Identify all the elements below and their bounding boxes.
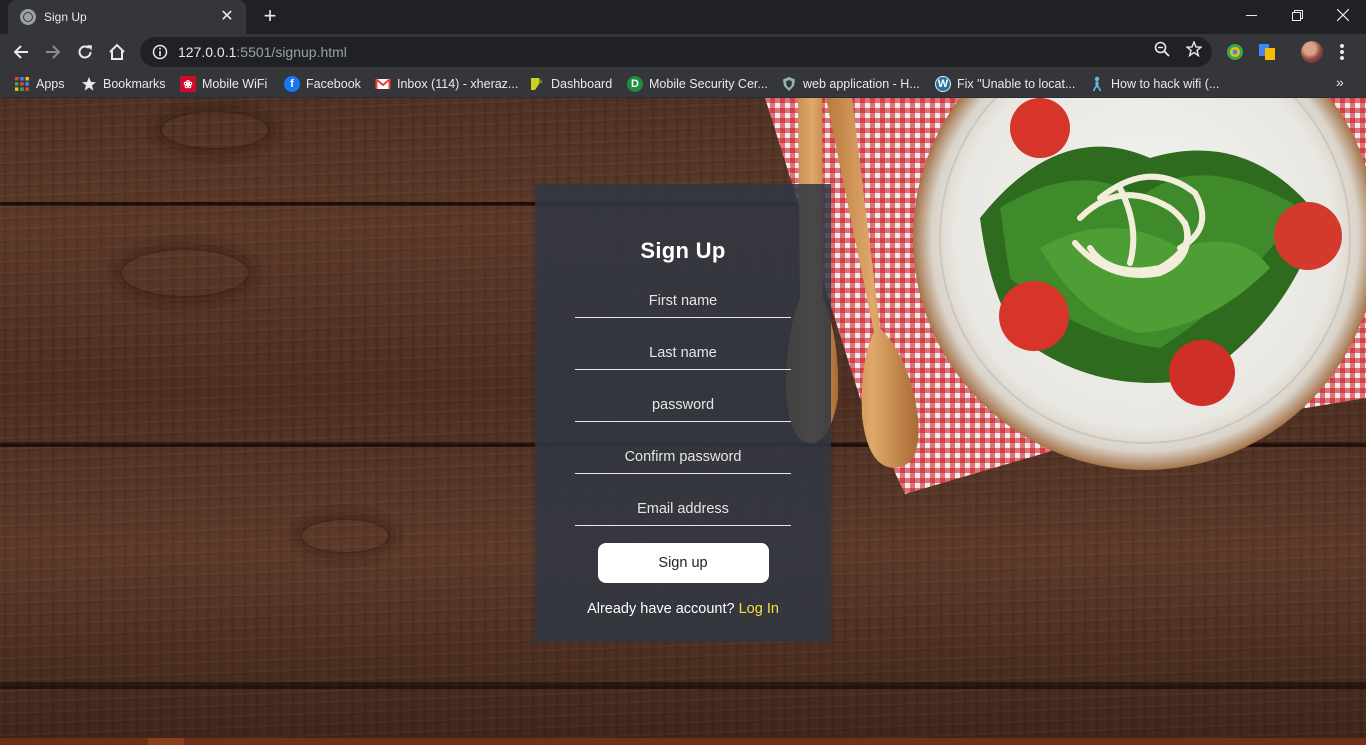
profile-avatar[interactable] [1301,41,1323,63]
confirm-password-input[interactable] [575,440,791,474]
reload-icon [78,45,92,59]
tab-title: Sign Up [44,10,87,24]
url-path: :5501/signup.html [236,44,347,60]
cherry-tomato [1169,340,1235,406]
bookmark-dashboard[interactable]: Dashboard [529,75,612,93]
d-icon: D [627,76,643,92]
bookmark-facebook[interactable]: f Facebook [284,75,361,93]
bookmark-apps[interactable]: Apps [14,75,65,93]
bookmark-label: Facebook [306,77,361,91]
browser-menu-button[interactable] [1334,42,1350,62]
address-bar[interactable]: 127.0.0.1:5501/signup.html [140,37,1212,67]
first-name-input[interactable] [575,284,791,318]
menu-dot-icon [1340,50,1344,54]
confirm-password-field-wrapper [575,422,791,474]
url-host: 127.0.0.1 [178,44,237,60]
new-tab-button[interactable]: + [258,5,282,29]
bookmark-label: Inbox (114) - xheraz... [397,77,519,91]
bookmark-label: Mobile WiFi [202,77,268,91]
page-bottom-edge [0,738,1366,745]
restore-button[interactable] [1274,0,1320,30]
star-icon [82,77,96,91]
email-field-wrapper [575,474,791,526]
tab-strip: Sign Up ✕ + [0,0,1366,34]
bookmark-fix-unable[interactable]: W Fix "Unable to locat... [935,75,1075,93]
bookmark-bookmarks[interactable]: Bookmarks [81,75,166,93]
home-button[interactable] [104,39,130,65]
bookmark-star-button[interactable] [1186,41,1202,57]
back-button[interactable] [8,39,34,65]
minimize-icon [1245,14,1257,16]
cherry-tomato [999,281,1069,351]
close-window-button[interactable] [1320,0,1366,30]
first-name-field-wrapper [575,270,791,318]
browser-tab[interactable]: Sign Up ✕ [8,0,246,34]
extension-colorful-icon[interactable] [1226,43,1244,61]
restore-icon [1291,9,1303,21]
bookmark-label: Fix "Unable to locat... [957,77,1076,91]
last-name-field-wrapper [575,318,791,370]
bookmark-web-application[interactable]: web application - H... [781,75,920,93]
bookmark-label: Mobile Security Cer... [649,77,768,91]
form-title: Sign Up [640,238,726,263]
bookmarks-overflow-button[interactable]: » [1336,74,1344,90]
bookmark-label: web application - H... [803,77,920,91]
forward-arrow-icon [46,45,61,59]
email-input[interactable] [575,492,791,526]
signup-button[interactable]: Sign up [597,543,769,583]
bookmark-label: Apps [36,77,65,91]
wordpress-icon: W [935,76,951,92]
facebook-icon: f [284,76,300,92]
info-icon[interactable] [152,44,168,60]
bookmark-label: Dashboard [551,77,613,91]
bookmarks-bar: Apps Bookmarks ❀ Mobile WiFi f Facebook … [0,70,1366,98]
apps-grid-icon [15,77,29,91]
cherry-tomato [1010,98,1070,158]
zoom-button[interactable] [1154,41,1170,57]
last-name-input[interactable] [575,336,791,370]
page-background: Sign Up Sign up Already have account? Lo… [0,98,1366,745]
login-prompt: Already have account? Log In [587,601,779,617]
reload-button[interactable] [72,39,98,65]
home-icon [109,43,125,60]
huawei-icon: ❀ [180,76,196,92]
dashboard-icon [531,78,543,90]
zoom-icon [1154,41,1170,57]
star-icon [1186,41,1202,57]
bookmark-how-to-hack[interactable]: How to hack wifi (... [1089,75,1219,93]
bookmark-label: Bookmarks [103,77,166,91]
cherry-tomato [1274,202,1342,270]
close-window-icon [1337,9,1349,21]
bookmark-inbox[interactable]: Inbox (114) - xheraz... [375,75,518,93]
login-link[interactable]: Log In [739,601,779,617]
menu-dot-icon [1340,56,1344,60]
login-prompt-text: Already have account? [587,601,735,617]
menu-dot-icon [1340,44,1344,48]
bookmark-label: How to hack wifi (... [1111,77,1220,91]
shield-icon [783,77,795,91]
browser-toolbar: 127.0.0.1:5501/signup.html [0,34,1366,70]
bookmark-mobile-security[interactable]: D Mobile Security Cer... [627,75,768,93]
signup-form: Sign Up Sign up Already have account? Lo… [535,184,831,642]
password-field-wrapper [575,370,791,422]
extension-translate-icon[interactable] [1258,43,1276,61]
figure-icon [1092,76,1102,92]
minimize-button[interactable] [1228,0,1274,30]
gmail-icon [375,78,391,89]
tab-close-icon[interactable]: ✕ [218,8,236,26]
globe-icon [20,9,36,25]
password-input[interactable] [575,388,791,422]
back-arrow-icon [13,45,28,59]
forward-button[interactable] [40,39,66,65]
bookmark-mobile-wifi[interactable]: ❀ Mobile WiFi [180,75,267,93]
